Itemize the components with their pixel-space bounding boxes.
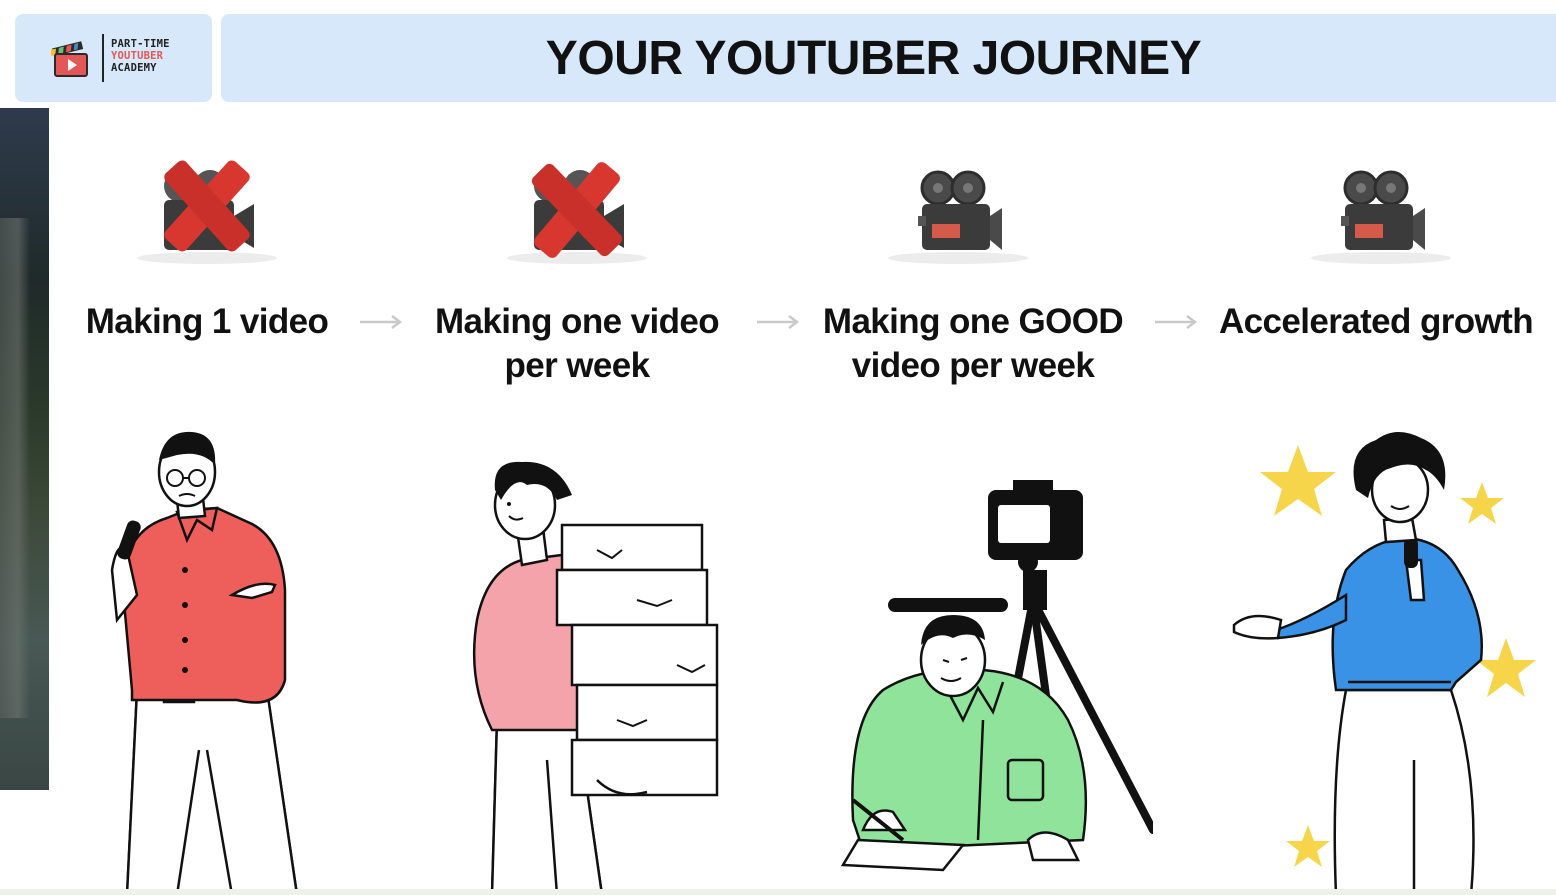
stage-one-video-per-week: Making one video per week xyxy=(397,0,757,895)
stage-label-line-1: Accelerated growth xyxy=(1218,302,1534,341)
stage-label-line-1: Making 1 video xyxy=(85,302,329,341)
stage-label: Making 1 video xyxy=(27,300,387,344)
presenter-with-stars-illustration xyxy=(1232,431,1536,895)
stage-label-line-2: per week xyxy=(504,346,650,385)
stage-making-1-video: Making 1 video xyxy=(27,0,387,895)
stage-label: Making one video per week xyxy=(397,300,757,388)
crossed-camera-icon xyxy=(137,160,277,264)
stage-label: Accelerated growth xyxy=(1196,300,1556,344)
movie-camera-icon xyxy=(888,170,1028,264)
stage-label-line-1: Making one GOOD xyxy=(822,302,1124,341)
stage-accelerated-growth: Accelerated growth xyxy=(1196,0,1556,895)
slide: PART-TIME YOUTUBER ACADEMY YOUR YOUTUBER… xyxy=(0,0,1556,895)
bottom-strip xyxy=(0,889,1556,895)
movie-camera-icon xyxy=(1311,170,1451,264)
stage-label-line-1: Making one video xyxy=(434,302,720,341)
presenter-red-shirt-illustration xyxy=(110,431,299,895)
person-writing-with-camera-illustration xyxy=(840,480,1153,872)
presenter-video-face xyxy=(0,218,30,718)
stage-one-good-video-per-week: Making one GOOD video per week xyxy=(793,0,1153,895)
arrow-right-icon xyxy=(1155,315,1198,329)
stage-label: Making one GOOD video per week xyxy=(793,300,1153,388)
stage-label-line-2: video per week xyxy=(851,346,1095,385)
crossed-camera-icon xyxy=(507,162,647,264)
person-carrying-boxes-illustration xyxy=(472,461,719,895)
